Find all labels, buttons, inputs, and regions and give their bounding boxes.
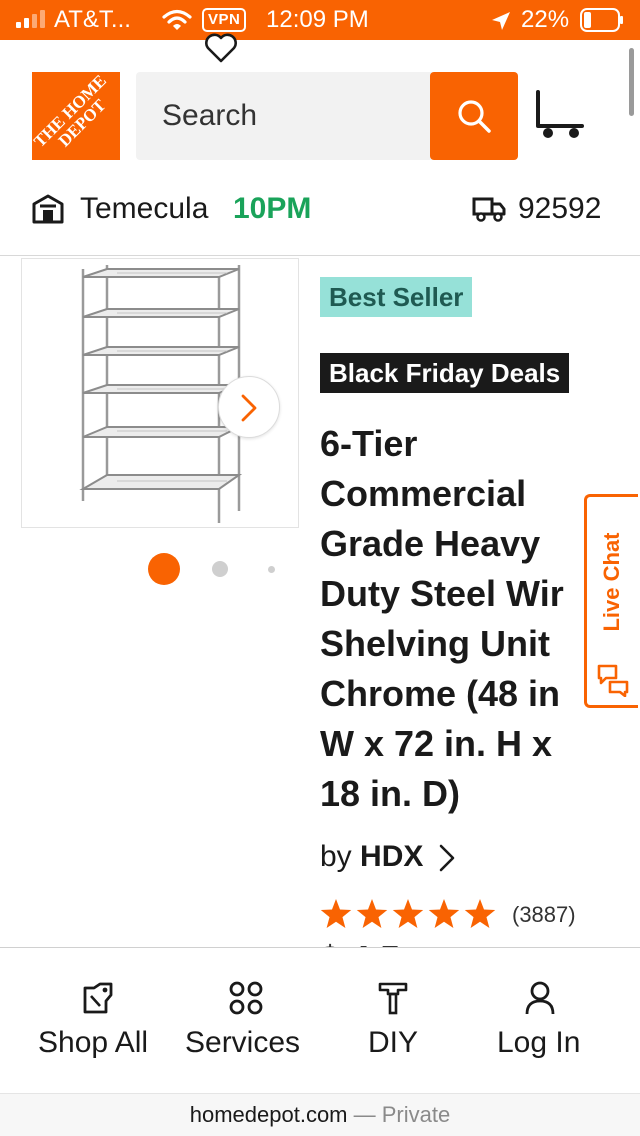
carousel-next-button[interactable]: [218, 376, 280, 438]
nav-label: Services: [185, 1026, 301, 1059]
product-title-line: Grade Heavy: [320, 523, 541, 564]
product-title-line: Commercial: [320, 473, 527, 514]
best-seller-badge: Best Seller: [320, 277, 473, 317]
live-chat-button[interactable]: Live Chat: [584, 494, 638, 708]
bottom-nav: Shop All Services DIY Log In: [0, 947, 640, 1093]
live-chat-label: Live Chat: [599, 532, 624, 632]
nav-label: DIY: [368, 1026, 419, 1059]
star-icon: [464, 899, 496, 928]
vpn-badge: VPN: [202, 8, 247, 32]
star-icon: [428, 899, 460, 928]
favorite-heart-icon[interactable]: [204, 32, 238, 64]
search-icon: [458, 100, 491, 133]
cart-icon[interactable]: [534, 90, 586, 142]
store-name[interactable]: Temecula: [80, 192, 208, 226]
nav-diy[interactable]: DIY: [350, 948, 440, 1094]
product-title-line: 18 in. D): [320, 773, 461, 814]
battery-icon: [580, 8, 623, 32]
star-icon: [356, 899, 388, 928]
status-bar: AT&T... VPN 12:09 PM 22%: [0, 0, 640, 40]
carousel-dot[interactable]: [268, 566, 275, 573]
nav-shop-all[interactable]: Shop All: [26, 948, 172, 1094]
chat-bubbles-icon: [597, 664, 629, 697]
services-icon: [229, 981, 263, 1015]
review-count[interactable]: (3887): [512, 902, 576, 928]
carousel-dot-active[interactable]: [148, 553, 180, 585]
carousel-dot[interactable]: [212, 561, 228, 577]
clock: 12:09 PM: [266, 6, 369, 33]
star-icon: [392, 899, 424, 928]
url-domain: homedepot.com: [189, 1102, 348, 1127]
nav-label: Log In: [497, 1026, 581, 1059]
rating-stars[interactable]: [320, 897, 496, 931]
brand-by-prefix: by: [320, 840, 352, 873]
black-friday-badge: Black Friday Deals: [320, 353, 570, 393]
delivery-zip[interactable]: 92592: [518, 192, 601, 226]
store-icon: [32, 194, 64, 224]
brand-name: HDX: [360, 840, 424, 873]
nav-log-in[interactable]: Log In: [484, 948, 600, 1094]
nav-label: Shop All: [38, 1026, 149, 1059]
star-icon: [320, 899, 352, 928]
product-title-line: Duty Steel Wir: [320, 573, 564, 614]
home-depot-logo[interactable]: THE HOME DEPOT: [32, 72, 120, 160]
location-arrow-icon: [492, 12, 510, 30]
nav-services[interactable]: Services: [176, 948, 316, 1094]
brand-link[interactable]: by HDX: [320, 839, 423, 875]
user-icon: [525, 981, 555, 1015]
private-mode-label: — Private: [353, 1102, 451, 1127]
shop-all-icon: [83, 982, 113, 1014]
product-title-line: 6-Tier: [320, 423, 418, 464]
chevron-right-icon[interactable]: [438, 843, 456, 873]
product-title-line: Chrome (48 in: [320, 673, 561, 714]
battery-percent: 22%: [521, 6, 570, 33]
store-closing-time: 10PM: [233, 192, 312, 225]
app-header: THE HOME DEPOT Search Temecula 10PM 9259…: [0, 40, 640, 256]
scrollbar-thumb[interactable]: [629, 48, 634, 116]
browser-url-bar[interactable]: homedepot.com — Private: [0, 1093, 640, 1136]
search-input[interactable]: Search: [136, 72, 432, 160]
search-button[interactable]: [430, 72, 518, 160]
delivery-truck-icon: [472, 197, 506, 222]
carrier-name: AT&T...: [54, 6, 131, 33]
logo-wordmark: THE HOME DEPOT: [32, 72, 110, 151]
chevron-right-icon: [241, 394, 257, 422]
signal-icon: [16, 10, 45, 28]
search-placeholder: Search: [162, 99, 258, 132]
hammer-icon: [378, 982, 408, 1015]
product-title-line: Shelving Unit: [320, 623, 551, 664]
product-title-line: W x 72 in. H x: [320, 723, 553, 764]
wifi-icon: [162, 9, 192, 30]
